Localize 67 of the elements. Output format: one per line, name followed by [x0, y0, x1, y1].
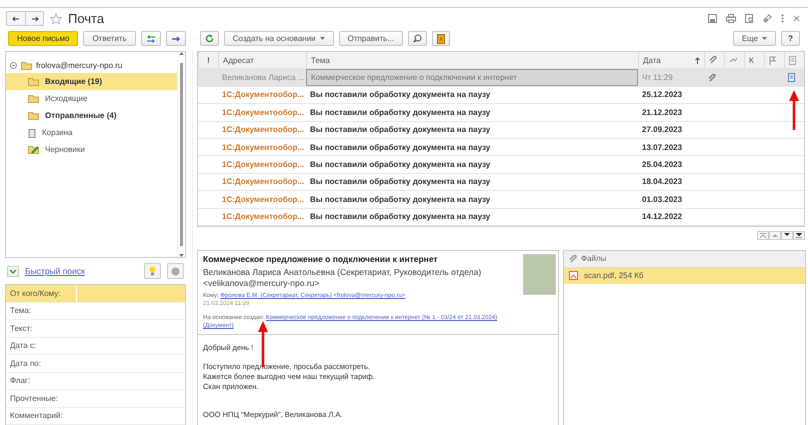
recipient-cell-text: 1С:Документообор...: [221, 159, 306, 172]
date-cell-text: 25.04.2023: [641, 159, 684, 172]
new-message-button[interactable]: Новое письмо: [8, 31, 78, 46]
help-button[interactable]: ?: [781, 31, 800, 46]
create-based-on-button[interactable]: Создать на основании: [224, 31, 334, 46]
account-item[interactable]: frolova@mercury-npo.ru: [10, 58, 177, 73]
send-button[interactable]: Отправить...: [338, 31, 403, 46]
date-cell-text: 25.12.2023: [641, 89, 684, 102]
message-row[interactable]: 1С:Документообор... Вы поставили обработку документа на паузу 18.04.2023: [198, 174, 804, 192]
filter-row[interactable]: Тема:: [6, 302, 185, 320]
subject-cell-text: Вы поставили обработку документа на паузу: [309, 159, 492, 172]
file-item[interactable]: scan.pdf, 254 Кб: [564, 268, 805, 284]
subject-cell-text: Вы поставили обработку документа на паузу: [309, 89, 492, 102]
message-row[interactable]: 1С:Документообор... Вы поставили обработку документа на паузу 21.12.2023: [198, 104, 804, 122]
date-cell-text: 14.12.2022: [641, 211, 684, 224]
folder-item[interactable]: Корзина: [6, 124, 177, 141]
recipient-cell-text: Великанова Лариса ...: [221, 72, 306, 84]
recipient-cell-text: 1С:Документообор...: [221, 106, 306, 119]
subject-cell-text: Вы поставили обработку документа на паузу: [309, 211, 492, 224]
folder-item[interactable]: Исходящие: [6, 90, 177, 107]
filter-row[interactable]: Прочтенные:: [6, 390, 185, 408]
subject-cell-text: Вы поставили обработку документа на паузу: [309, 124, 492, 136]
recipient-cell-text: 1С:Документообор...: [221, 176, 306, 188]
filter-row[interactable]: От кого/Кому:: [6, 285, 185, 302]
message-row[interactable]: 1С:Документообор... Вы поставили обработку документа на паузу 14.12.2022: [198, 208, 804, 226]
filter-row[interactable]: Флаг:: [6, 372, 185, 390]
message-row[interactable]: 1С:Документообор... Вы поставили обработку документа на паузу 25.12.2023: [198, 86, 804, 104]
files-title: Файлы: [581, 254, 606, 264]
message-subject: Коммерческое предложение о подключении к интернет: [203, 254, 439, 264]
column-header[interactable]: К: [744, 52, 764, 68]
date-cell-text: 13.07.2023: [641, 142, 684, 154]
date-cell-text: 21.12.2023: [641, 106, 684, 119]
subject-cell-text: Вы поставили обработку документа на паузу: [309, 176, 492, 188]
message-row[interactable]: 1С:Документообор... Вы поставили обработку документа на паузу 13.07.2023: [198, 138, 804, 156]
date-cell-text: 27.09.2023: [641, 124, 684, 136]
quick-search-link[interactable]: Быстрый поиск: [25, 266, 85, 276]
folder-item[interactable]: Черновики: [6, 141, 177, 158]
folder-item[interactable]: Входящие (19): [6, 73, 177, 90]
recipient-cell-text: 1С:Документообор...: [221, 211, 306, 224]
date-cell-text: 01.03.2023: [641, 194, 684, 206]
recipient-cell-text: 1С:Документообор...: [221, 124, 306, 136]
recipient-cell-text: 1С:Документообор...: [221, 89, 306, 102]
date-cell-text: Чт 11:29: [641, 72, 674, 84]
reply-button[interactable]: Ответить: [83, 31, 136, 46]
recipient-cell-text: 1С:Документообор...: [221, 142, 306, 154]
filter-row[interactable]: Дата по:: [6, 355, 185, 372]
message-row[interactable]: 1С:Документообор... Вы поставили обработку документа на паузу 01.03.2023: [198, 191, 804, 209]
sender-email: <velikanova@mercury-npo.ru>: [203, 278, 320, 288]
message-row[interactable]: 1С:Документообор... Вы поставили обработку документа на паузу 27.09.2023: [198, 122, 804, 139]
filter-row[interactable]: Текст:: [6, 320, 185, 338]
column-header[interactable]: Адресат: [218, 52, 306, 68]
subject-cell-text: Вы поставили обработку документа на паузу: [309, 106, 492, 119]
filter-row[interactable]: Комментарий:: [6, 408, 185, 425]
column-header[interactable]: Дата: [638, 52, 704, 68]
column-header[interactable]: !: [198, 52, 218, 68]
column-header[interactable]: Тема: [306, 52, 638, 68]
more-button[interactable]: Еще: [732, 31, 776, 46]
filter-row[interactable]: Дата с:: [6, 338, 185, 355]
recipient-cell-text: 1С:Документообор...: [221, 194, 306, 206]
window-title: Почта: [68, 11, 104, 26]
subject-cell-text: Вы поставили обработку документа на паузу: [309, 142, 492, 154]
date-cell-text: 18.04.2023: [641, 176, 684, 188]
subject-cell-text: Вы поставили обработку документа на паузу: [309, 194, 492, 206]
folder-item[interactable]: Отправленные (4): [6, 107, 177, 124]
sender-name: Великанова Лариса Анатольевна (Секретариат, Руководитель отдела): [203, 266, 482, 277]
message-row[interactable]: 1С:Документообор... Вы поставили обработку документа на паузу 25.04.2023: [198, 156, 804, 174]
subject-cell: Коммерческое предложение о подключении к интернет: [306, 69, 638, 86]
